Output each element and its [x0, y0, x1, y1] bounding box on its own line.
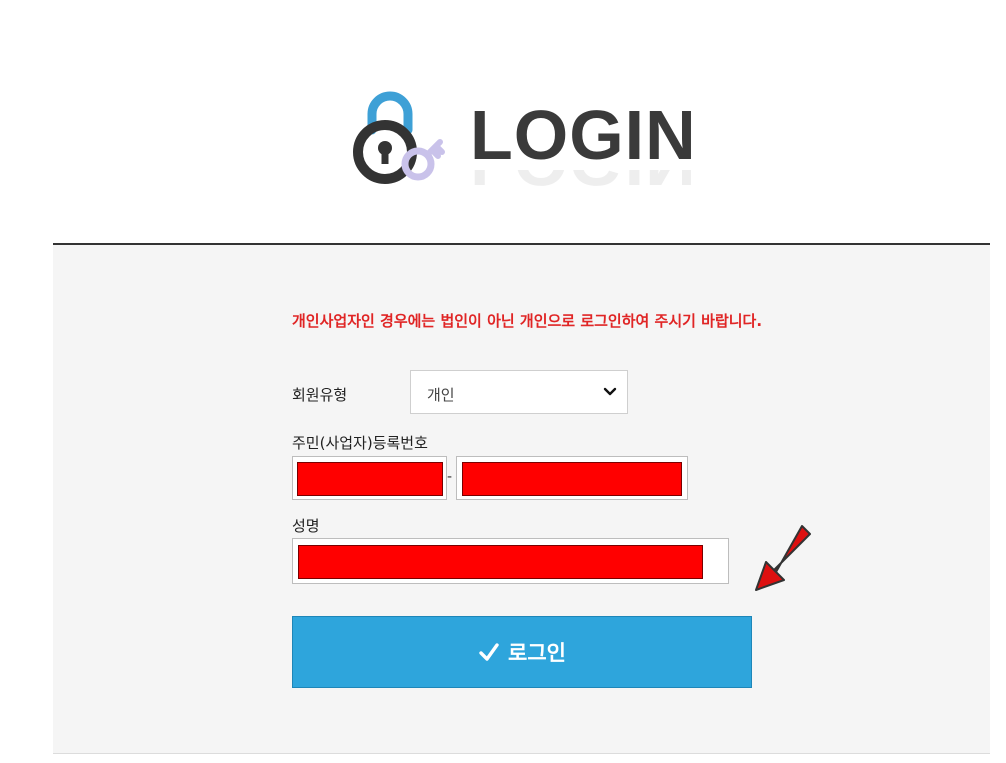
login-button[interactable]: 로그인	[292, 616, 752, 688]
login-button-label: 로그인	[508, 641, 566, 665]
name-label: 성명	[292, 517, 320, 535]
login-logo: LOGIN LOGIN	[350, 86, 700, 196]
red-pointer-arrow-icon	[755, 525, 811, 591]
redaction-box	[297, 462, 443, 496]
logo-title: LOGIN	[470, 96, 697, 174]
reg-number-second-input[interactable]	[456, 456, 688, 500]
reg-number-label: 주민(사업자)등록번호	[292, 434, 428, 452]
reg-number-first-input[interactable]	[292, 456, 447, 500]
notice-text: 개인사업자인 경우에는 법인이 아닌 개인으로 로그인하여 주시기 바랍니다.	[292, 312, 763, 330]
name-input[interactable]	[292, 538, 729, 584]
chevron-down-icon	[603, 387, 617, 396]
member-type-label: 회원유형	[292, 386, 348, 404]
member-type-value: 개인	[427, 386, 455, 404]
padlock-key-icon	[353, 91, 445, 184]
member-type-select[interactable]: 개인	[410, 370, 628, 414]
reg-number-separator: -	[447, 469, 453, 485]
redaction-box	[462, 462, 682, 496]
logo-title-reflection: LOGIN	[470, 170, 697, 196]
redaction-box	[298, 545, 703, 579]
checkmark-icon	[479, 643, 499, 661]
